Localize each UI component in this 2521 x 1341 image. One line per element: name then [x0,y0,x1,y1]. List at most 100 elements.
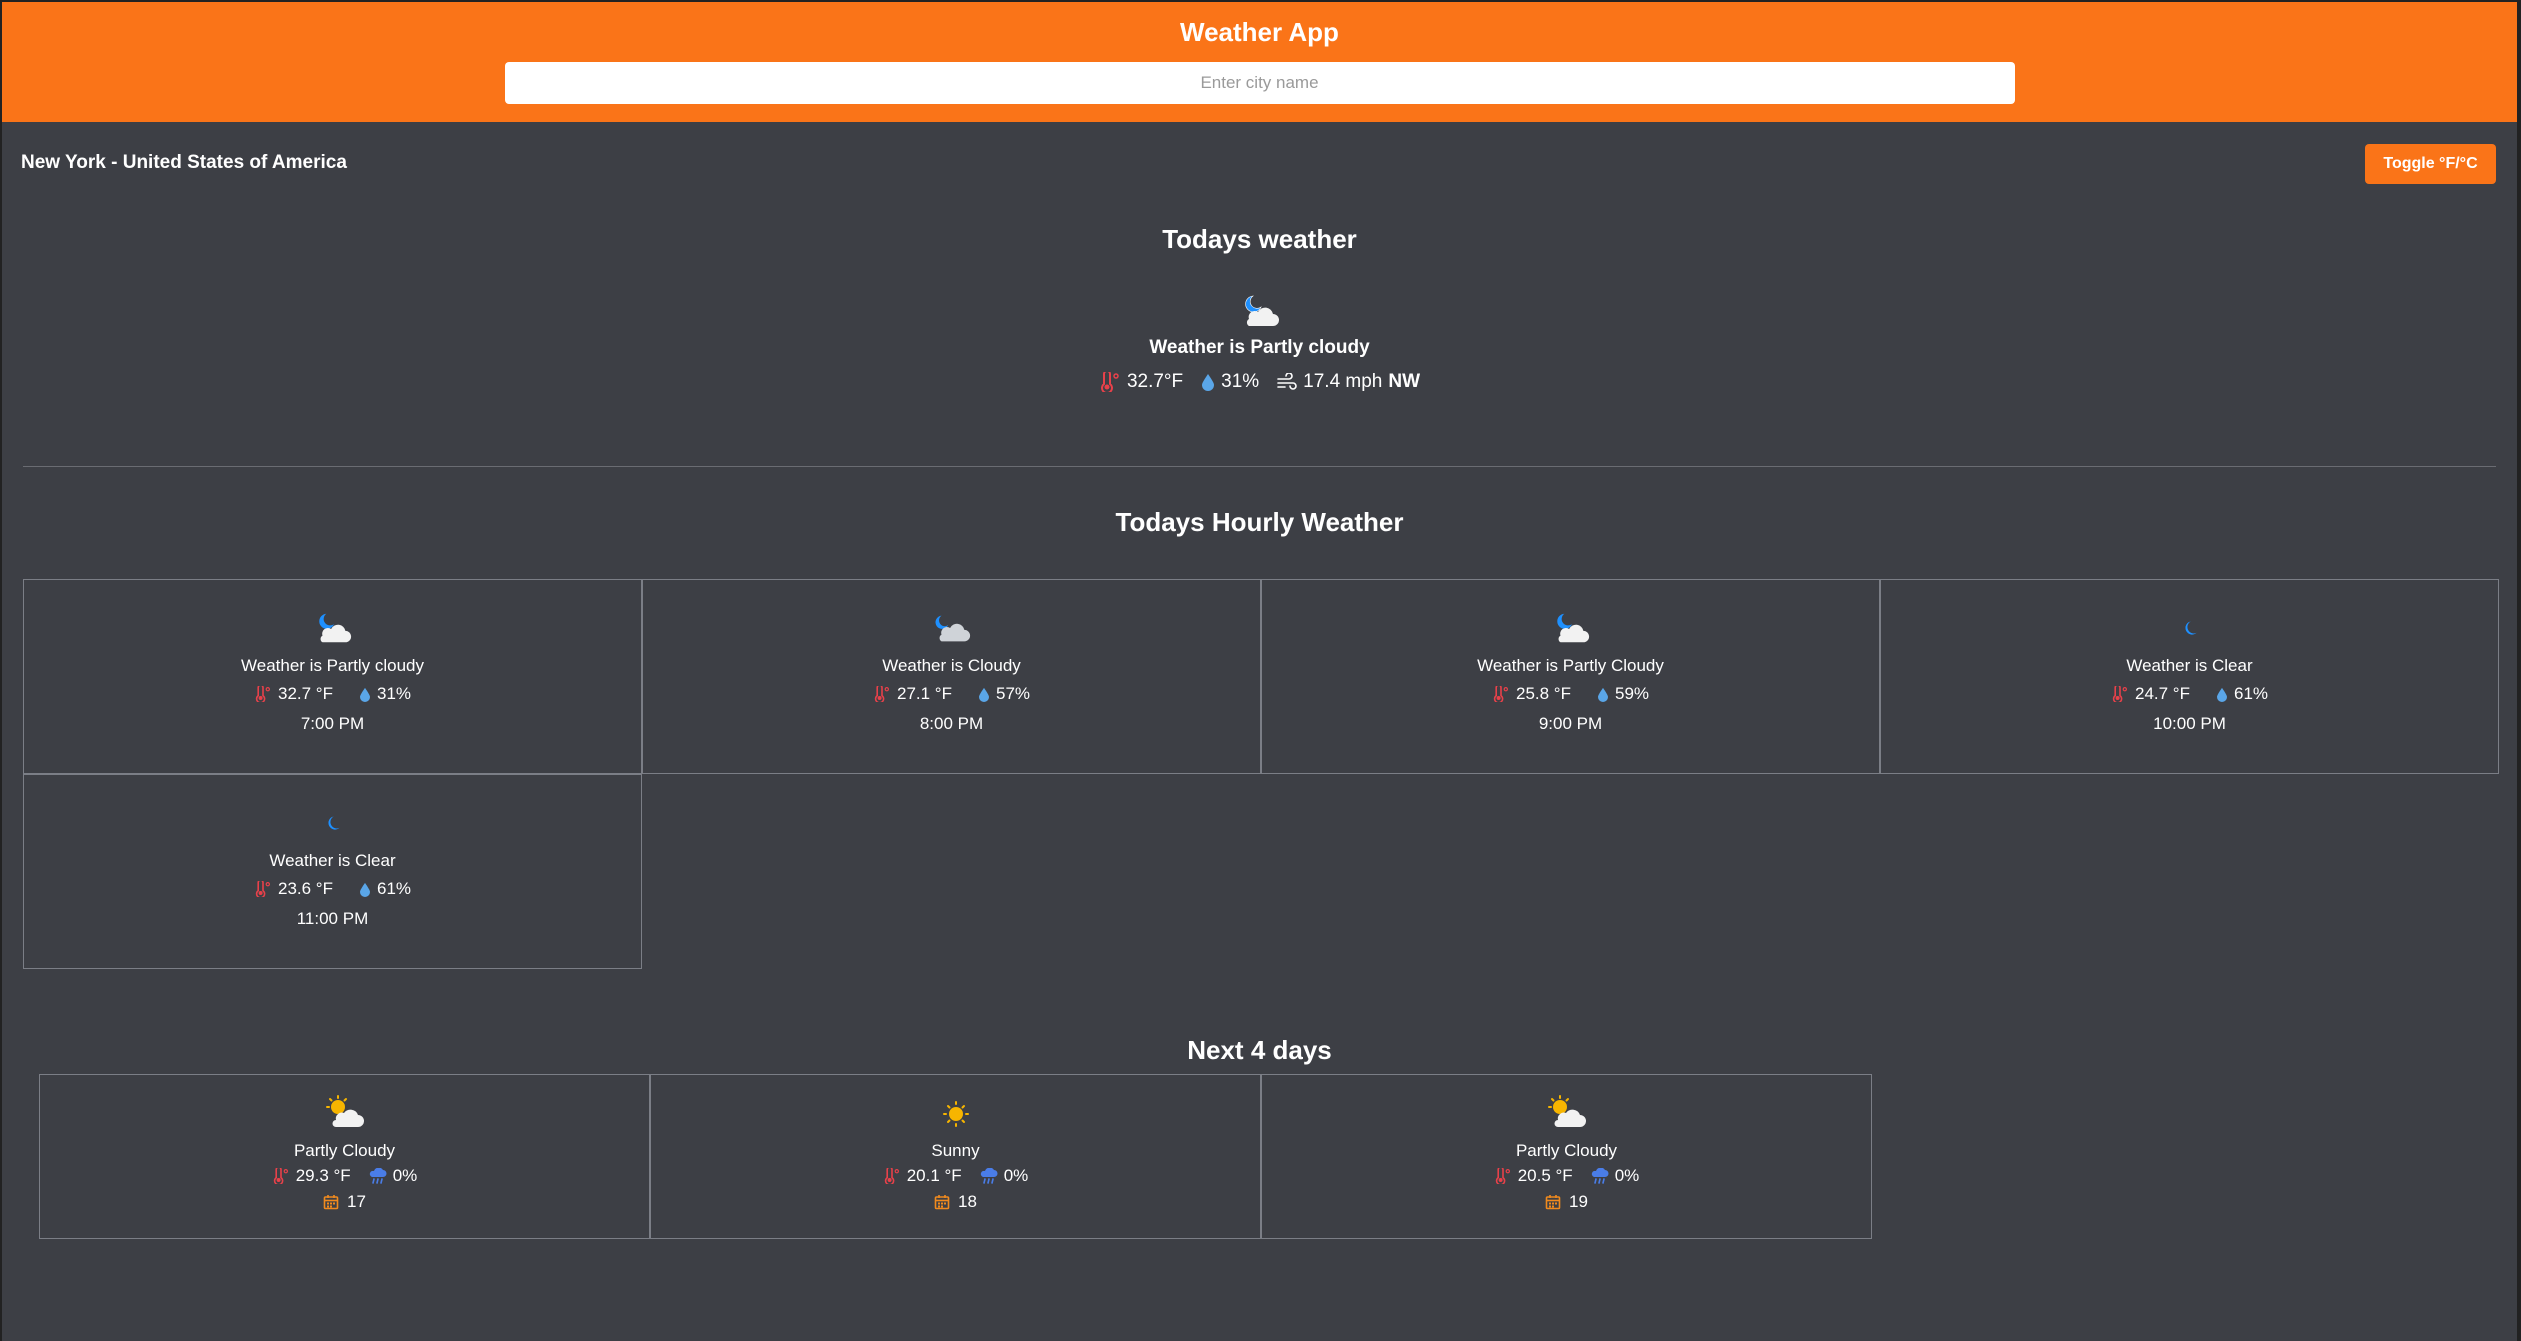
app-window: Weather App New York - United States of … [0,0,2521,1341]
night-partly-cloudy-icon [318,613,351,643]
city-search-input[interactable] [504,62,2015,104]
hourly-stats: 24.7 °F 61% [1881,684,2498,704]
hourly-card: Weather is Cloudy 27.1 °F 57% 8:00 PM [642,579,1261,774]
hourly-humidity: 61% [359,879,411,899]
moon-icon [2184,621,2197,635]
hourly-temperature: 32.7 °F [254,684,333,704]
today-wind-direction: NW [1388,371,1421,392]
thermometer-icon [884,1168,899,1184]
forecast-description: Partly Cloudy [293,1141,396,1160]
thermometer-icon [874,686,889,702]
calendar-icon [934,1195,950,1210]
hourly-description: Weather is Clear [269,851,396,870]
hourly-humidity-value: 61% [2233,684,2269,703]
forecast-rain: 0% [1591,1166,1640,1186]
hourly-stats: 23.6 °F 61% [24,879,641,899]
forecast-rain-value: 0% [1003,1166,1029,1185]
hourly-stats: 27.1 °F 57% [643,684,1260,704]
today-wind-speed: 17.4 mph [1303,371,1383,392]
today-wind: 17.4 mph NW [1277,371,1420,393]
hourly-time: 10:00 PM [2153,714,2226,733]
today-humidity-value: 31% [1221,371,1260,392]
toggle-units-button[interactable]: Toggle °F/°C [2365,144,2496,184]
hourly-time: 8:00 PM [919,714,984,733]
hourly-temperature-value: 32.7 °F [277,684,333,703]
calendar-icon [1545,1195,1561,1210]
thermometer-icon [1493,686,1508,702]
location-label: New York - United States of America [21,152,347,173]
today-section: Todays weather Weather is Partly cloudy … [2,224,2517,393]
hourly-humidity-value: 59% [1614,684,1650,703]
section-divider [23,466,2496,467]
wind-icon [1277,373,1297,390]
forecast-temperature-value: 20.1 °F [906,1166,962,1185]
night-partly-cloudy-icon [1244,295,1279,326]
hourly-stats: 25.8 °F 59% [1262,684,1879,704]
forecast-temperature: 20.5 °F [1494,1166,1573,1186]
hourly-card: Weather is Partly cloudy 32.7 °F 31% 7:0… [23,579,642,774]
forecast-description: Partly Cloudy [1515,1141,1618,1160]
forecast-temperature: 29.3 °F [272,1166,351,1186]
hourly-temperature-value: 25.8 °F [1515,684,1571,703]
hourly-description: Weather is Partly Cloudy [1477,656,1664,675]
droplet-icon [359,882,370,897]
moon-icon [327,816,340,830]
forecast-rain-value: 0% [1614,1166,1640,1185]
hourly-card: Weather is Partly Cloudy 25.8 °F 59% 9:0… [1261,579,1880,774]
hourly-card: Weather is Clear 23.6 °F 61% 11:00 PM [23,774,642,969]
hourly-temperature: 24.7 °F [2111,684,2190,704]
rain-cloud-icon [980,1168,998,1184]
droplet-icon [1597,687,1608,702]
thermometer-icon [255,686,270,702]
hourly-description: Weather is Clear [2126,656,2253,675]
forecast-card: Partly Cloudy 29.3 °F 0% 17 [39,1074,650,1239]
hourly-temperature: 27.1 °F [873,684,952,704]
thermometer-icon [1495,1168,1510,1184]
app-header: Weather App [2,0,2517,122]
forecast-rain-value: 0% [392,1166,418,1185]
today-humidity: 31% [1201,371,1259,393]
hourly-time: 9:00 PM [1538,714,1603,733]
today-temperature: 32.7°F [1099,371,1183,393]
night-partly-cloudy-icon [1556,613,1589,643]
hourly-humidity: 59% [1597,684,1649,704]
forecast-card: Sunny 20.1 °F 0% 18 [650,1074,1261,1239]
forecast-temperature: 20.1 °F [883,1166,962,1186]
night-cloudy-icon [935,615,970,642]
forecast-day-value: 17 [347,1192,366,1211]
hourly-time: 7:00 PM [300,714,365,733]
forecast-rain: 0% [980,1166,1029,1186]
forecast-day-value: 19 [1569,1192,1588,1211]
thermometer-icon [1100,372,1119,392]
rain-cloud-icon [369,1168,387,1184]
forecast-date: 17 [40,1192,649,1212]
calendar-icon [323,1195,339,1210]
thermometer-icon [273,1168,288,1184]
thermometer-icon [255,881,270,897]
forecast-description: Sunny [931,1141,980,1160]
forecast-rain: 0% [369,1166,418,1186]
today-description: Weather is Partly cloudy [1149,337,1370,358]
droplet-icon [359,687,370,702]
hourly-temperature: 25.8 °F [1492,684,1571,704]
hourly-temperature-value: 27.1 °F [896,684,952,703]
droplet-icon [978,687,989,702]
hourly-title: Todays Hourly Weather [1115,507,1404,537]
forecast-temperature-value: 20.5 °F [1517,1166,1573,1185]
hourly-card: Weather is Clear 24.7 °F 61% 10:00 PM [1880,579,2499,774]
app-title: Weather App [1180,17,1339,47]
sun-cloud-icon [1547,1095,1586,1127]
hourly-humidity: 61% [2216,684,2268,704]
forecast-date: 19 [1262,1192,1871,1212]
hourly-stats: 32.7 °F 31% [24,684,641,704]
today-temperature-value: 32.7°F [1126,371,1184,392]
thermometer-icon [2112,686,2127,702]
droplet-icon [1202,374,1215,391]
hourly-temperature: 23.6 °F [254,879,333,899]
forecast-stats: 20.1 °F 0% [651,1166,1260,1186]
forecast-stats: 20.5 °F 0% [1262,1166,1871,1186]
forecast-day-value: 18 [958,1192,977,1211]
today-title: Todays weather [1162,224,1357,254]
forecast-temperature-value: 29.3 °F [295,1166,351,1185]
hourly-description: Weather is Cloudy [882,656,1021,675]
